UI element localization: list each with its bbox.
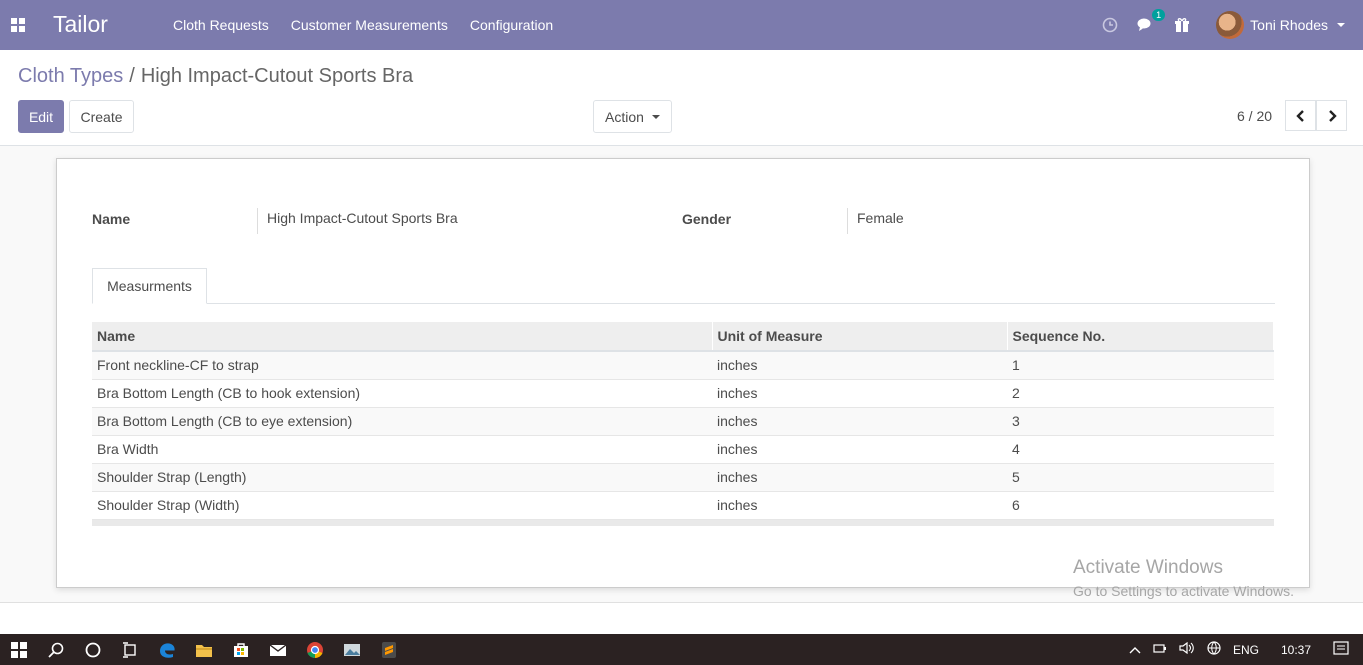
- user-menu[interactable]: Toni Rhodes: [1216, 11, 1345, 39]
- column-header-sequence[interactable]: Sequence No.: [1007, 322, 1274, 352]
- cell-name: Bra Bottom Length (CB to hook extension): [92, 379, 712, 408]
- cell-name: Bra Width: [92, 435, 712, 464]
- photos-icon[interactable]: [333, 634, 370, 665]
- breadcrumb-parent[interactable]: Cloth Types: [18, 65, 123, 87]
- clock-icon[interactable]: [1100, 15, 1120, 35]
- name-label: Name: [92, 211, 131, 227]
- menu-cloth-requests[interactable]: Cloth Requests: [162, 0, 280, 50]
- measurements-table: Name Unit of Measure Sequence No. Front …: [92, 322, 1274, 520]
- notebook-tabs: Measurments: [92, 268, 1275, 304]
- chevron-left-icon: [1295, 109, 1304, 122]
- task-view-icon[interactable]: [111, 634, 148, 665]
- cortana-icon[interactable]: [74, 634, 111, 665]
- cell-unit: inches: [712, 463, 1007, 492]
- gift-icon[interactable]: [1172, 15, 1192, 35]
- gender-label: Gender: [682, 211, 732, 227]
- cell-sequence: 6: [1007, 491, 1274, 520]
- name-value: High Impact-Cutout Sports Bra: [257, 208, 458, 234]
- activate-windows-title: Activate Windows: [1073, 557, 1223, 578]
- breadcrumb-separator: /: [129, 65, 135, 87]
- cell-name: Shoulder Strap (Width): [92, 491, 712, 520]
- messages-badge: 1: [1152, 9, 1166, 21]
- pager-next-button[interactable]: [1316, 100, 1347, 131]
- cell-unit: inches: [712, 407, 1007, 436]
- table-row[interactable]: Bra Bottom Length (CB to eye extension) …: [92, 407, 1274, 436]
- menu-customer-measurements[interactable]: Customer Measurements: [280, 0, 459, 50]
- cell-sequence: 4: [1007, 435, 1274, 464]
- breadcrumb: Cloth Types / High Impact-Cutout Sports Br…: [18, 65, 413, 88]
- table-header-row: Name Unit of Measure Sequence No.: [92, 322, 1274, 352]
- table-row[interactable]: Shoulder Strap (Width) inches 6: [92, 491, 1274, 520]
- tab-measurements[interactable]: Measurments: [92, 268, 207, 304]
- control-panel: Cloth Types / High Impact-Cutout Sports Br…: [0, 50, 1363, 146]
- store-icon[interactable]: [222, 634, 259, 665]
- activate-windows-subtitle: Go to Settings to activate Windows.: [1073, 583, 1294, 599]
- table-row[interactable]: Bra Width inches 4: [92, 435, 1274, 464]
- clock-time[interactable]: 10:37: [1281, 643, 1311, 657]
- pager-previous-button[interactable]: [1285, 100, 1316, 131]
- table-row[interactable]: Shoulder Strap (Length) inches 5: [92, 463, 1274, 492]
- chrome-icon[interactable]: [296, 634, 333, 665]
- edit-button[interactable]: Edit: [18, 100, 64, 133]
- cell-unit: inches: [712, 435, 1007, 464]
- main-menu: Cloth Requests Customer Measurements Con…: [162, 0, 564, 50]
- windows-start-icon[interactable]: [0, 634, 37, 665]
- file-explorer-icon[interactable]: [185, 634, 222, 665]
- cell-sequence: 1: [1007, 351, 1274, 380]
- cell-unit: inches: [712, 379, 1007, 408]
- table-row[interactable]: Bra Bottom Length (CB to hook extension)…: [92, 379, 1274, 408]
- caret-down-icon: [651, 114, 660, 119]
- cell-sequence: 3: [1007, 407, 1274, 436]
- cell-unit: inches: [712, 351, 1007, 380]
- power-icon[interactable]: [1153, 642, 1167, 657]
- menu-configuration[interactable]: Configuration: [459, 0, 564, 50]
- cell-sequence: 5: [1007, 463, 1274, 492]
- top-navbar: Tailor Cloth Requests Customer Measureme…: [0, 0, 1363, 50]
- create-button[interactable]: Create: [69, 100, 134, 133]
- cell-name: Front neckline-CF to strap: [92, 351, 712, 380]
- form-sheet: Name High Impact-Cutout Sports Bra Gende…: [56, 158, 1310, 588]
- breadcrumb-current: High Impact-Cutout Sports Bra: [140, 65, 414, 87]
- mail-icon[interactable]: [259, 634, 296, 665]
- system-tray: ENG 10:37: [1123, 634, 1363, 665]
- action-dropdown[interactable]: Action: [593, 100, 672, 133]
- table-footer: [92, 520, 1274, 526]
- edge-icon[interactable]: [148, 634, 185, 665]
- notifications-icon[interactable]: [1333, 641, 1349, 658]
- action-label: Action: [605, 108, 644, 125]
- systray: 1 Toni Rhodes: [1092, 0, 1363, 50]
- pager-value[interactable]: 6 / 20: [1237, 108, 1272, 124]
- cell-unit: inches: [712, 491, 1007, 520]
- chevron-up-icon[interactable]: [1129, 643, 1141, 657]
- cell-sequence: 2: [1007, 379, 1274, 408]
- column-header-unit[interactable]: Unit of Measure: [712, 322, 1008, 352]
- language-indicator[interactable]: ENG: [1233, 643, 1259, 657]
- globe-icon[interactable]: [1207, 641, 1221, 658]
- app-brand[interactable]: Tailor: [53, 11, 108, 38]
- bottom-strip: [0, 602, 1363, 634]
- user-name: Toni Rhodes: [1250, 17, 1328, 33]
- cell-name: Bra Bottom Length (CB to eye extension): [92, 407, 712, 436]
- windows-taskbar: ENG 10:37: [0, 634, 1363, 665]
- volume-icon[interactable]: [1179, 641, 1195, 657]
- cell-name: Shoulder Strap (Length): [92, 463, 712, 492]
- column-header-name[interactable]: Name: [92, 322, 713, 352]
- avatar: [1216, 11, 1245, 39]
- messages-icon[interactable]: 1: [1136, 9, 1166, 35]
- apps-menu-icon[interactable]: [11, 18, 25, 32]
- search-icon[interactable]: [37, 634, 74, 665]
- sublime-text-icon[interactable]: [370, 634, 407, 665]
- table-row[interactable]: Front neckline-CF to strap inches 1: [92, 351, 1274, 380]
- chevron-right-icon: [1328, 109, 1337, 122]
- chevron-down-icon: [1337, 23, 1345, 27]
- gender-value: Female: [847, 208, 904, 234]
